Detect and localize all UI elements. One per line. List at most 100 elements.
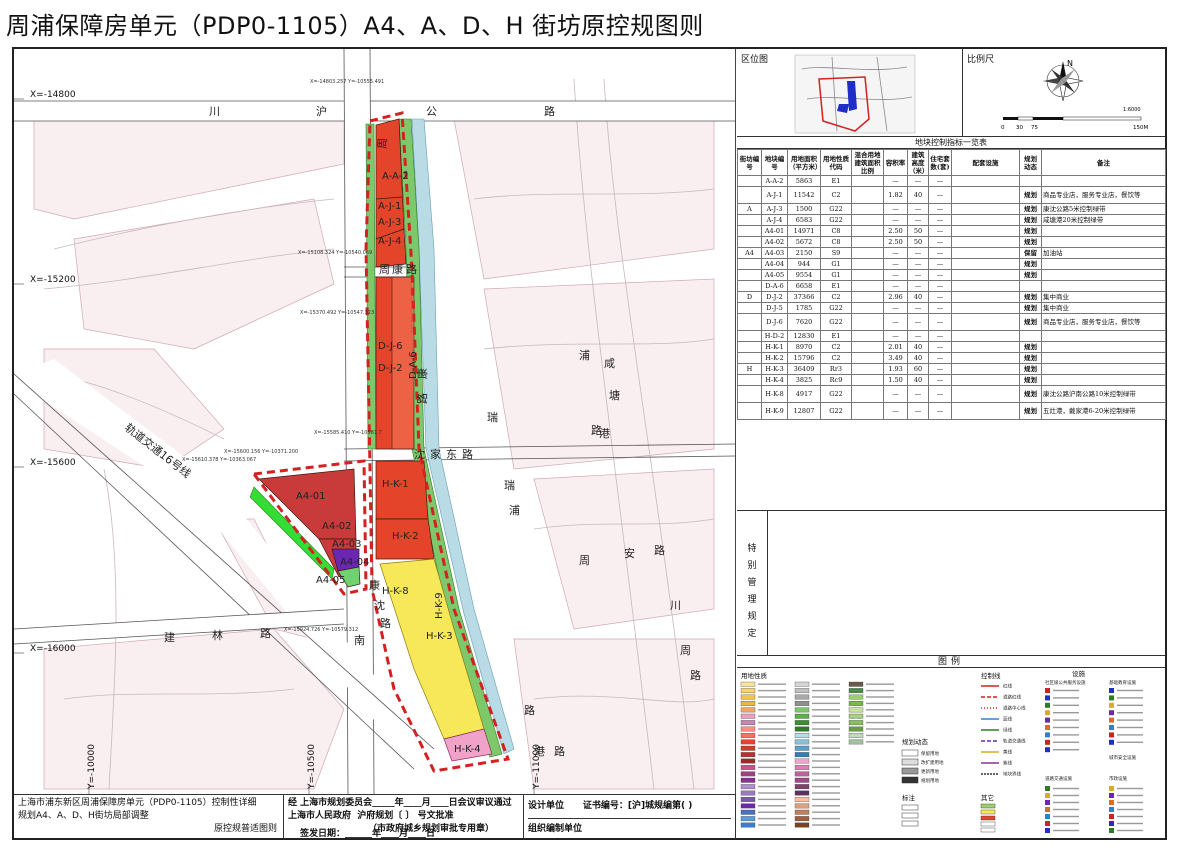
table-row: A4 A4-03 2150 S9— — — 保留 加油站 (737, 247, 1166, 259)
facility-icon (1045, 688, 1050, 693)
parcel-label-h-k-8: H-K-8 (382, 586, 409, 597)
table-cell: — (928, 302, 952, 314)
landuse-swatch (794, 701, 810, 706)
table-cell: 40 (907, 352, 929, 364)
table-cell: D-J-2 (761, 291, 788, 303)
facility-icon-label (1117, 794, 1143, 797)
table-cell (851, 214, 884, 226)
landuse-swatch (740, 790, 756, 796)
control-line-label: 紫线 (1003, 760, 1012, 767)
landuse-swatch-label (758, 696, 786, 698)
north-arrow-scale: N 1:6000 0 30 75 150M (1001, 59, 1148, 131)
table-cell: 7620 (787, 313, 821, 331)
table-cell: 36409 (787, 363, 821, 375)
table-cell: A4-01 (761, 225, 788, 237)
table-cell: C2 (820, 341, 852, 353)
table-cell: A4-04 (761, 258, 788, 270)
landuse-swatch (740, 771, 756, 777)
legend-head-facility: 设施 (1072, 669, 1086, 678)
landuse-swatch-label (866, 689, 894, 692)
table-cell (951, 313, 1020, 331)
scale-tick-2: 75 (1031, 125, 1038, 131)
table-cell: — (907, 330, 929, 342)
table-cell: — (928, 225, 952, 237)
landuse-swatch (740, 765, 756, 770)
landuse-swatch-label (812, 760, 840, 762)
table-cell: — (883, 269, 908, 281)
facility-icon (1045, 814, 1050, 819)
table-cell (1041, 363, 1166, 375)
design-unit-label: 设计单位 (528, 801, 565, 811)
index-table: 街坊编号 地块编号 用地面积（平方米） 用地性质代码 混合用地建筑面积比例 容积… (737, 149, 1166, 420)
landuse-swatch-label (758, 773, 786, 775)
facility-icon (1109, 725, 1114, 730)
table-cell: G22 (820, 385, 852, 403)
table-cell (851, 269, 884, 281)
facility-icon (1109, 688, 1114, 693)
map-canvas[interactable]: X=-14800 X=-15200 X=-15600 X=-16000 Y=-1… (14, 49, 736, 794)
table-cell (951, 247, 1020, 259)
landuse-swatch-label (812, 721, 840, 724)
table-row: A-A-2 5863 E1— — — (737, 175, 1166, 187)
table-cell (851, 247, 884, 259)
table-cell: — (928, 175, 952, 187)
x-coord-16000: X=-16000 (30, 644, 76, 654)
table-cell: — (928, 247, 952, 259)
table-cell: 1.82 (883, 186, 908, 204)
location-map (794, 54, 916, 134)
road-label-zhouan-3: 路 (654, 544, 665, 557)
table-cell (737, 175, 762, 187)
table-cell (1041, 352, 1166, 364)
table-cell (951, 302, 1020, 314)
landuse-swatch (794, 733, 810, 738)
table-cell (737, 214, 762, 226)
table-cell: G22 (820, 203, 852, 215)
legend-title: 图例 (737, 656, 1165, 668)
table-cell: 规划 (1019, 258, 1042, 270)
table-cell: 规划 (1019, 341, 1042, 353)
approval-line4: 签发日期：______年____月____日 (300, 829, 436, 839)
landuse-swatch-label (812, 747, 840, 749)
table-cell: G22 (820, 214, 852, 226)
road-label-ruipu-2: 浦 (579, 349, 590, 362)
table-cell: — (883, 302, 908, 314)
landuse-swatch (794, 726, 810, 732)
table-cell: C2 (820, 352, 852, 364)
table-cell (737, 269, 762, 281)
table-cell: — (928, 313, 952, 331)
road-label-shen: 沈 (374, 598, 385, 612)
landuse-swatch (740, 707, 756, 713)
table-cell (737, 280, 762, 292)
landuse-swatch (740, 713, 756, 719)
table-cell: Rc9 (820, 374, 852, 386)
landuse-swatch (848, 694, 864, 700)
approval-line1: 上海市规划委员会_____年____月____日会议审议通过 (300, 798, 512, 808)
approval-prefix: 经 (288, 798, 298, 808)
table-cell (951, 330, 1020, 342)
scale-tick-0: 0 (1001, 125, 1005, 131)
header-cell: 配套设施 (951, 149, 1020, 176)
landuse-swatch-label (758, 798, 786, 801)
table-cell (737, 374, 762, 386)
landuse-swatch (794, 745, 810, 751)
control-line-label: 绿线 (1003, 727, 1012, 734)
table-cell: E1 (820, 175, 852, 187)
landuse-swatch-label (812, 817, 840, 820)
landuse-swatch-label (812, 766, 840, 769)
table-row: D D-J-2 37366 C2 2.96 40— 规划 集中商业 (737, 291, 1166, 303)
table-cell: 康沈公路沪南公路10米控制绿带 (1041, 385, 1166, 403)
table-cell: H-K-4 (761, 374, 788, 386)
table-cell (1041, 258, 1166, 270)
map-area[interactable]: X=-14800 X=-15200 X=-15600 X=-16000 Y=-1… (14, 49, 736, 794)
table-cell: — (907, 280, 929, 292)
table-cell: — (883, 175, 908, 187)
road-label-nan: 南 (354, 634, 365, 647)
scale-tick-3: 150M (1133, 125, 1148, 131)
table-cell: 3825 (787, 374, 821, 386)
table-cell: 50 (907, 225, 929, 237)
table-cell: A-A-2 (761, 175, 788, 187)
landuse-swatch-label (812, 696, 840, 698)
facility-icon (1109, 702, 1114, 708)
table-cell (951, 352, 1020, 364)
road-label-zhoukang-2: 康 (392, 262, 403, 276)
